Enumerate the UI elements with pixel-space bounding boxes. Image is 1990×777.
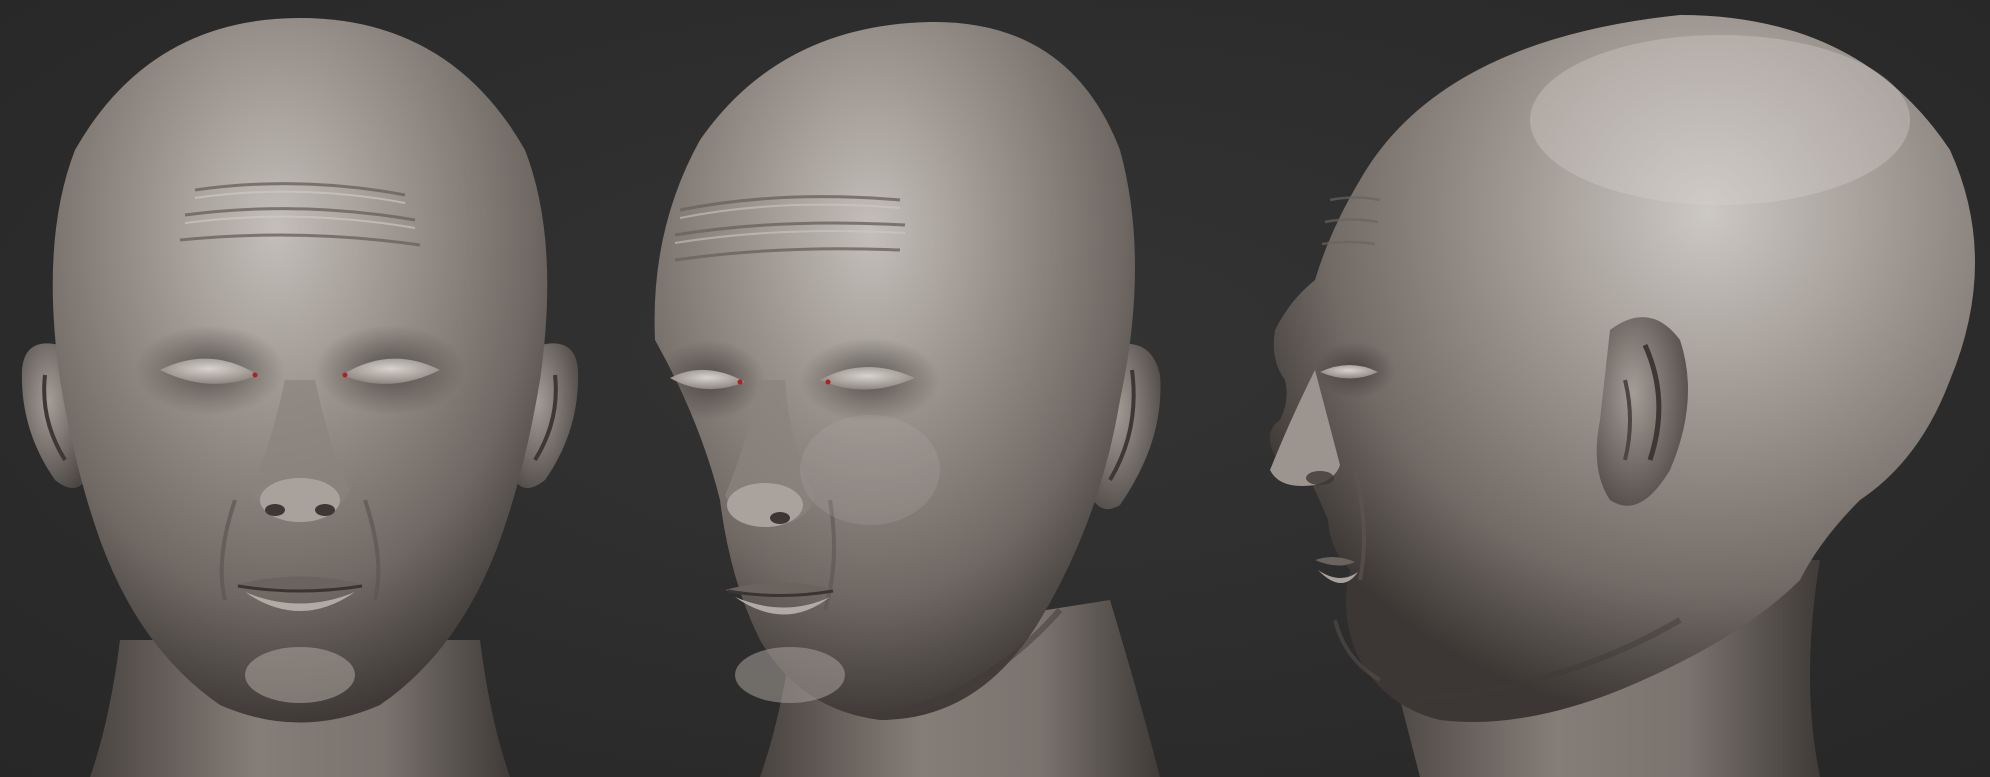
head-front-sculpt-icon [21, 18, 579, 777]
profile-view-panel [1260, 0, 1990, 777]
front-view-panel [0, 0, 600, 777]
head-profile-sculpt-icon [1269, 15, 1975, 777]
head-three-quarter-sculpt-icon [654, 21, 1161, 777]
three-quarter-view-panel [640, 0, 1220, 777]
sculpt-render-canvas [0, 0, 1990, 777]
